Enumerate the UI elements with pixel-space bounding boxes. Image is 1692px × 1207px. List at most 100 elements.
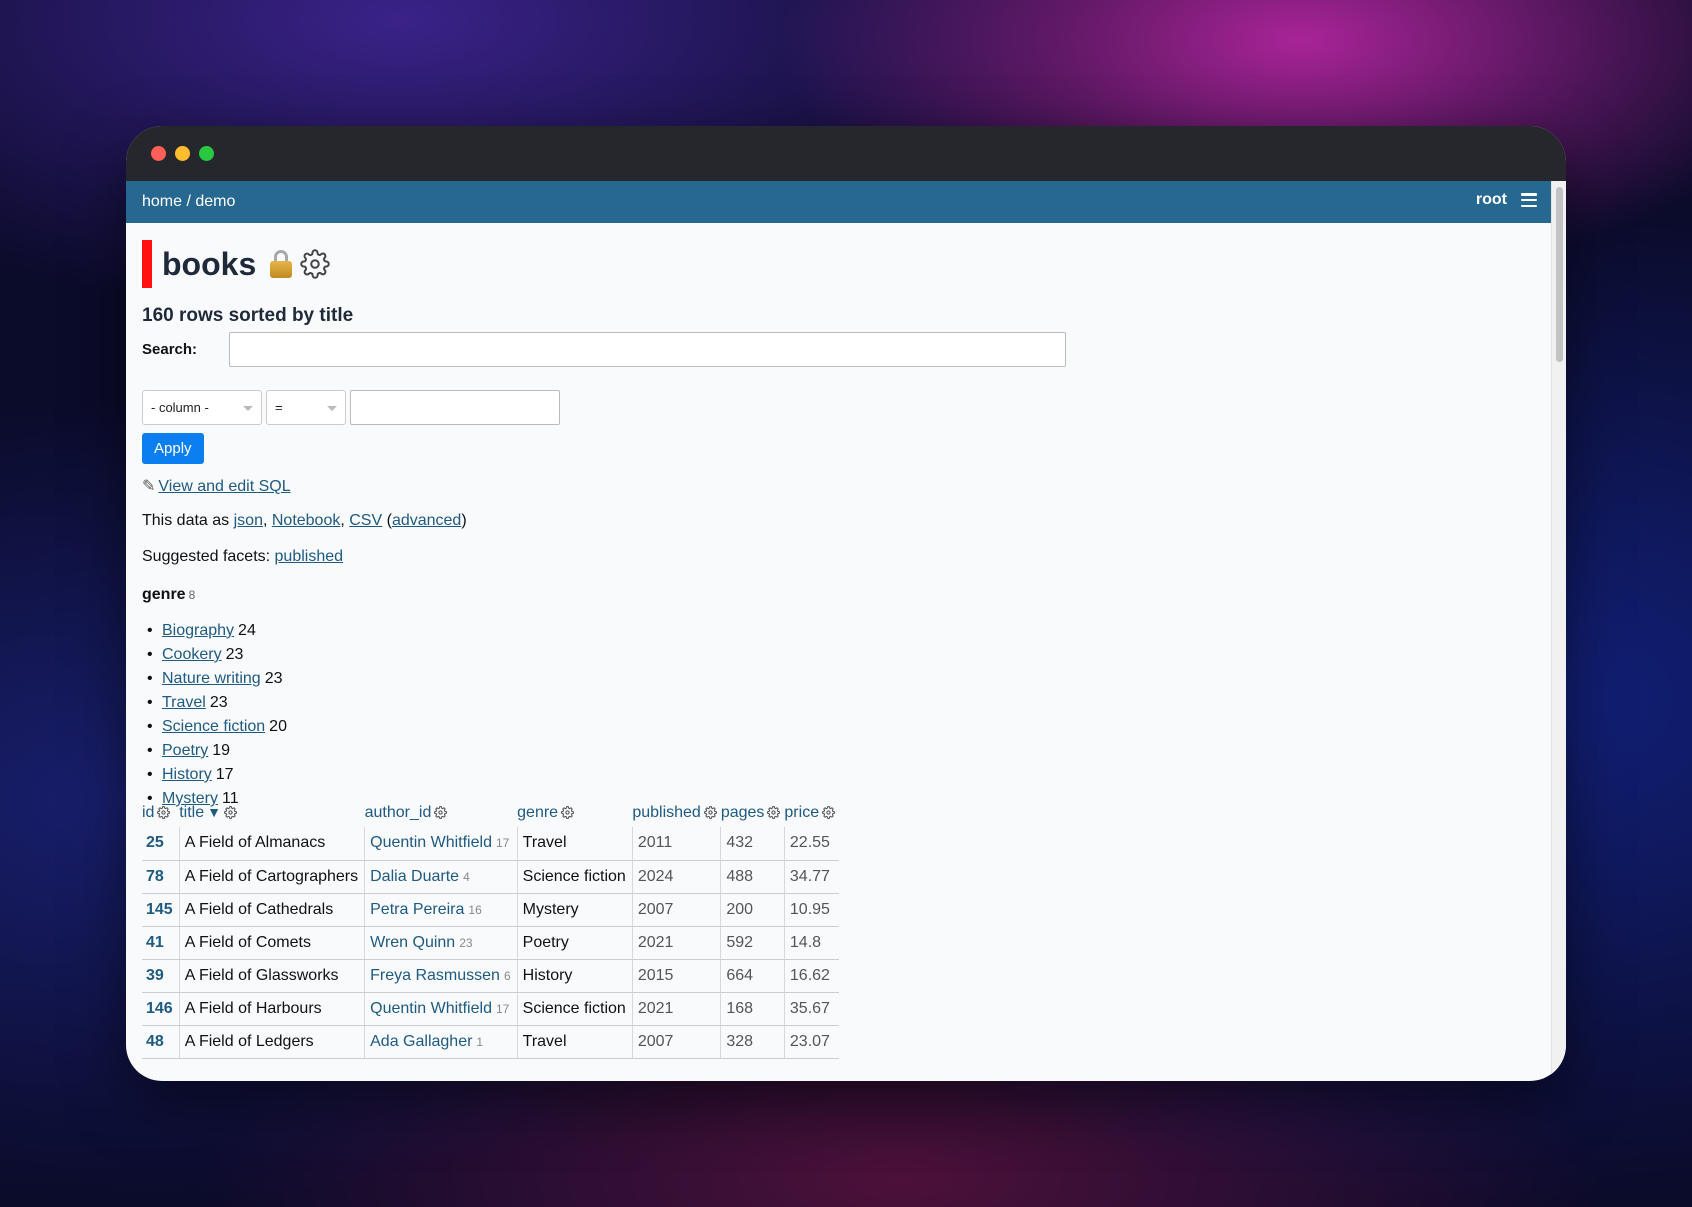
facet-item-link[interactable]: Travel	[162, 694, 206, 711]
row-id-link[interactable]: 78	[142, 860, 180, 894]
cell-genre: Science fiction	[516, 992, 633, 1026]
facet-item: History17	[142, 763, 287, 787]
author-link[interactable]: Petra Pereira	[370, 901, 464, 918]
maximize-window-button[interactable]	[199, 146, 214, 161]
vertical-scrollbar[interactable]	[1551, 181, 1566, 1081]
row-id-link[interactable]: 41	[142, 926, 180, 960]
cell-author[interactable]: Wren Quinn 23	[364, 926, 518, 960]
column-header-label[interactable]: author_id	[365, 804, 432, 821]
breadcrumb-home[interactable]: home	[142, 193, 182, 210]
browser-window: home / demo root books 160 rows sorted b…	[126, 126, 1566, 1081]
suggested-facet-link[interactable]: published	[275, 548, 344, 565]
cell-published: 2021	[631, 992, 721, 1026]
page-header: books	[142, 240, 330, 288]
column-header-label[interactable]: pages	[721, 804, 765, 821]
cell-author[interactable]: Ada Gallagher 1	[364, 1025, 518, 1059]
cell-published: 2021	[631, 926, 721, 960]
view-edit-sql-link[interactable]: View and edit SQL	[158, 478, 290, 495]
facet-item: Nature writing23	[142, 667, 287, 691]
hamburger-icon[interactable]	[1521, 193, 1537, 207]
facet-item: Biography24	[142, 619, 287, 643]
cell-author[interactable]: Freya Rasmussen 6	[364, 959, 518, 993]
cell-pages: 168	[720, 992, 785, 1026]
export-prefix: This data as	[142, 512, 234, 529]
table-row: 39 A Field of Glassworks Freya Rasmussen 6 H…	[142, 959, 840, 993]
column-header-author-id[interactable]: author_id	[365, 801, 518, 827]
column-header-id[interactable]: id	[142, 801, 179, 827]
row-id-link[interactable]: 145	[142, 893, 180, 927]
facet-item-link[interactable]: History	[162, 766, 212, 783]
rows-table: id title ▼ author_id genre published pages pric…	[142, 801, 840, 1059]
filter-row: - column - =	[142, 390, 560, 425]
gear-icon[interactable]	[822, 806, 836, 824]
apply-button[interactable]: Apply	[142, 433, 204, 464]
sort-desc-icon: ▼	[207, 804, 221, 820]
author-id: 4	[463, 869, 470, 884]
column-header-label[interactable]: price	[784, 804, 819, 821]
facet-item: Poetry19	[142, 739, 287, 763]
cell-published: 2015	[631, 959, 721, 993]
gear-icon[interactable]	[767, 806, 781, 824]
row-id-link[interactable]: 146	[142, 992, 180, 1026]
page-title: books	[162, 245, 257, 282]
facet-item-link[interactable]: Biography	[162, 622, 234, 639]
author-link[interactable]: Freya Rasmussen	[370, 967, 500, 984]
column-header-pages[interactable]: pages	[721, 801, 785, 827]
cell-title: A Field of Cartographers	[178, 860, 365, 894]
author-id: 1	[476, 1034, 484, 1049]
gear-icon[interactable]	[300, 249, 330, 279]
export-csv-link[interactable]: CSV	[349, 512, 382, 529]
row-id-link[interactable]: 39	[142, 959, 180, 993]
author-link[interactable]: Wren Quinn	[370, 934, 455, 951]
gear-icon[interactable]	[561, 806, 575, 824]
author-link[interactable]: Quentin Whitfield	[370, 1000, 492, 1017]
facet-item-link[interactable]: Science fiction	[162, 718, 265, 735]
gear-icon[interactable]	[157, 806, 171, 824]
cell-price: 16.62	[783, 959, 840, 993]
facet-item: Science fiction20	[142, 715, 287, 739]
suggested-facets-label: Suggested facets:	[142, 548, 275, 565]
column-header-title[interactable]: title ▼	[179, 801, 364, 827]
operator-select[interactable]: =	[266, 390, 346, 425]
column-header-genre[interactable]: genre	[517, 801, 632, 827]
column-header-price[interactable]: price	[784, 801, 839, 827]
cell-title: A Field of Cathedrals	[178, 893, 365, 927]
scrollbar-thumb[interactable]	[1556, 187, 1563, 362]
cell-author[interactable]: Petra Pereira 16	[364, 893, 518, 927]
filter-value-input[interactable]	[350, 390, 560, 425]
column-header-label[interactable]: genre	[517, 804, 558, 821]
facet-item-link[interactable]: Nature writing	[162, 670, 261, 687]
search-input[interactable]	[229, 332, 1066, 367]
row-id-link[interactable]: 25	[142, 827, 180, 861]
cell-price: 23.07	[783, 1025, 840, 1059]
author-link[interactable]: Quentin Whitfield	[370, 834, 492, 851]
cell-pages: 488	[720, 860, 785, 894]
cell-genre: Science fiction	[516, 860, 633, 894]
facet-item-link[interactable]: Poetry	[162, 742, 208, 759]
gear-icon[interactable]	[434, 806, 448, 824]
column-select[interactable]: - column -	[142, 390, 262, 425]
column-header-published[interactable]: published	[632, 801, 721, 827]
row-id-link[interactable]: 48	[142, 1025, 180, 1059]
export-advanced-link[interactable]: advanced	[392, 512, 461, 529]
column-header-label[interactable]: title	[179, 804, 204, 821]
column-header-label[interactable]: published	[632, 804, 701, 821]
cell-genre: History	[516, 959, 633, 993]
column-header-label[interactable]: id	[142, 804, 154, 821]
author-link[interactable]: Ada Gallagher	[370, 1033, 472, 1050]
gear-icon[interactable]	[703, 806, 717, 824]
cell-price: 34.77	[783, 860, 840, 894]
facet-item-link[interactable]: Cookery	[162, 646, 222, 663]
cell-author[interactable]: Quentin Whitfield 17	[364, 992, 518, 1026]
top-navbar: home / demo root	[126, 181, 1551, 223]
cell-author[interactable]: Quentin Whitfield 17	[364, 827, 518, 861]
gear-icon[interactable]	[223, 806, 237, 824]
minimize-window-button[interactable]	[175, 146, 190, 161]
breadcrumb-database[interactable]: demo	[195, 193, 235, 210]
table-header-row: id title ▼ author_id genre published pages pric…	[142, 801, 839, 827]
export-notebook-link[interactable]: Notebook	[272, 512, 341, 529]
cell-author[interactable]: Dalia Duarte 4	[364, 860, 518, 894]
author-link[interactable]: Dalia Duarte	[370, 868, 459, 885]
close-window-button[interactable]	[151, 146, 166, 161]
export-json-link[interactable]: json	[234, 512, 263, 529]
